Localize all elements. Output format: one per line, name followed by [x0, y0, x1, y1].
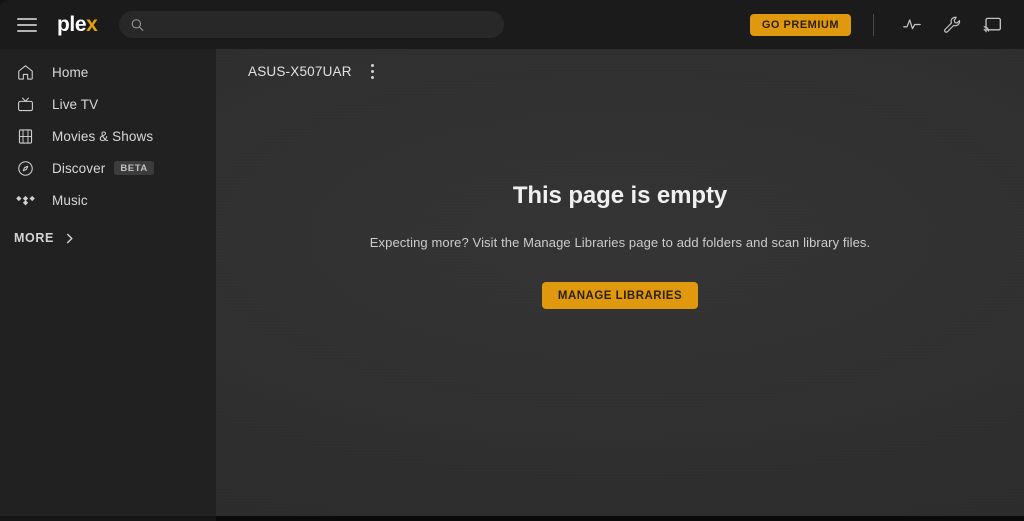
- chevron-right-icon: [63, 232, 76, 245]
- empty-state: This page is empty Expecting more? Visit…: [216, 49, 1024, 516]
- sidebar-item-movies-shows[interactable]: Movies & Shows: [0, 120, 216, 152]
- hamburger-line: [17, 29, 37, 32]
- main-content: ASUS-X507UAR This page is empty Expectin…: [216, 49, 1024, 516]
- status-badge: BETA: [114, 160, 154, 176]
- compass-icon: [14, 157, 36, 179]
- sidebar-item-label: Movies & Shows: [52, 128, 154, 144]
- sidebar-item-label: Live TV: [52, 96, 99, 112]
- music-icon: [14, 189, 36, 211]
- plex-app-window: plex GO PREMIUM Home Live TV Movies & Sh…: [0, 0, 1024, 521]
- page-title: This page is empty: [512, 182, 728, 209]
- wrench-glyph: [944, 16, 961, 33]
- sidebar-item-label: Home: [52, 64, 89, 80]
- activity-icon[interactable]: [899, 12, 925, 38]
- cast-glyph: [983, 17, 1001, 33]
- sidebar-item-home[interactable]: Home: [0, 56, 216, 88]
- sidebar-more-label: MORE: [14, 231, 54, 245]
- sidebar-item-live-tv[interactable]: Live TV: [0, 88, 216, 120]
- window-bottom-edge-left: [0, 516, 216, 521]
- plex-logo[interactable]: plex: [57, 13, 98, 36]
- home-icon: [14, 61, 36, 83]
- sidebar-item-label: Music: [52, 192, 88, 208]
- sidebar-more-button[interactable]: MORE: [0, 222, 216, 254]
- film-icon: [14, 125, 36, 147]
- search-input[interactable]: [119, 11, 505, 38]
- hamburger-line: [17, 17, 37, 20]
- plex-logo-accent: x: [86, 13, 98, 36]
- topbar-actions: GO PREMIUM: [749, 0, 1024, 49]
- sidebar: Home Live TV Movies & Shows Discover BET…: [0, 49, 216, 516]
- sidebar-item-discover[interactable]: Discover BETA: [0, 152, 216, 184]
- cast-icon[interactable]: [979, 12, 1005, 38]
- top-bar: plex GO PREMIUM: [0, 0, 1024, 49]
- tv-icon: [14, 93, 36, 115]
- topbar-divider: [873, 13, 874, 36]
- activity-glyph: [903, 18, 921, 29]
- plex-logo-main: ple: [57, 13, 87, 36]
- window-bottom-edge: [0, 516, 1024, 521]
- sidebar-item-music[interactable]: Music: [0, 184, 216, 216]
- hamburger-line: [17, 23, 37, 26]
- manage-libraries-button[interactable]: MANAGE LIBRARIES: [541, 282, 699, 309]
- go-premium-button[interactable]: GO PREMIUM: [749, 13, 851, 36]
- empty-state-description: Expecting more? Visit the Manage Librari…: [369, 235, 871, 250]
- sidebar-item-label: Discover: [52, 160, 106, 176]
- wrench-icon[interactable]: [939, 12, 965, 38]
- search-container: [119, 11, 505, 38]
- hamburger-icon[interactable]: [17, 17, 37, 32]
